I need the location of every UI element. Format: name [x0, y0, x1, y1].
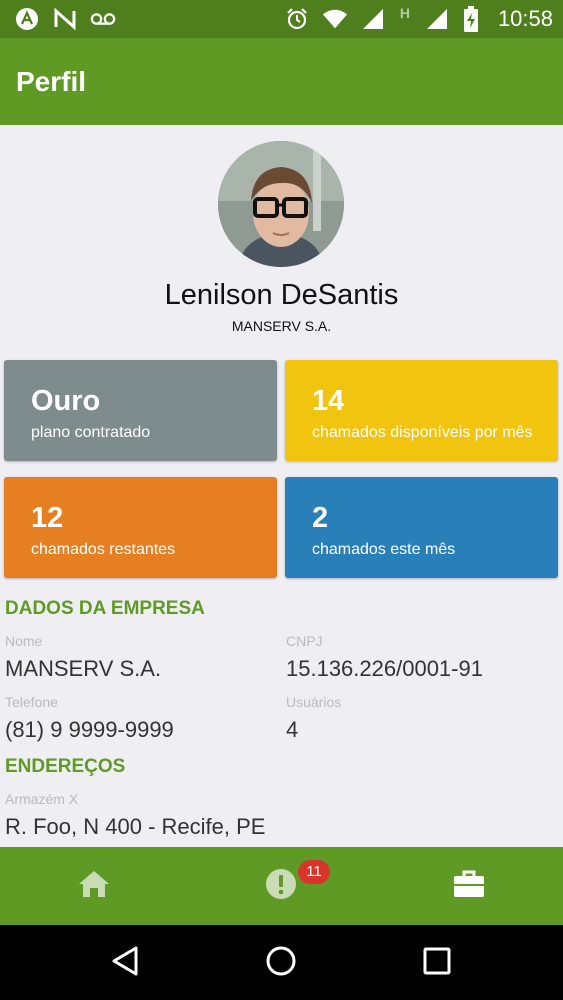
company-section-title: DADOS DA EMPRESA: [5, 598, 205, 619]
field-label-cnpj: CNPJ: [286, 633, 323, 649]
signal-icon: [360, 6, 386, 32]
profile-name: Lenilson DeSantis: [164, 279, 399, 311]
stat-value: 2: [312, 502, 329, 534]
avatar[interactable]: [218, 141, 344, 267]
field-value-phone: (81) 9 9999-9999: [5, 717, 174, 742]
stat-label: chamados restantes: [31, 541, 176, 558]
nav-home[interactable]: [44, 847, 144, 925]
address-label: Armazém X: [5, 791, 79, 807]
system-nav-bar: [0, 925, 563, 1000]
notification-badge: 11: [298, 860, 330, 884]
field-label-name: Nome: [5, 633, 43, 649]
status-bar: H 10:58: [0, 0, 563, 38]
field-value-cnpj: 15.136.226/0001-91: [286, 656, 483, 681]
h-network-icon: H: [399, 5, 410, 21]
address-value: R. Foo, N 400 - Recife, PE: [5, 814, 266, 839]
nav-company[interactable]: [419, 847, 519, 925]
back-button[interactable]: [105, 943, 145, 983]
recents-icon: [422, 946, 452, 981]
recents-button[interactable]: [417, 943, 457, 983]
stat-label: chamados este mês: [312, 541, 456, 558]
wifi-icon: [322, 6, 348, 32]
field-label-users: Usuários: [286, 694, 342, 710]
home-icon: [78, 869, 110, 904]
alert-icon: [265, 868, 297, 905]
field-label-phone: Telefone: [5, 694, 58, 710]
stat-card-plan[interactable]: Ouro plano contratado: [4, 360, 277, 461]
profile-company: MANSERV S.A.: [231, 318, 332, 334]
status-time: 10:58: [497, 6, 553, 31]
stat-card-remaining[interactable]: 12 chamados restantes: [4, 477, 277, 578]
home-circle-icon: [265, 945, 297, 982]
bottom-nav: [0, 847, 563, 925]
stat-label: chamados disponíveis por mês: [312, 424, 533, 441]
stat-card-available[interactable]: 14 chamados disponíveis por mês: [285, 360, 558, 461]
app-bar: Perfil: [0, 38, 563, 125]
back-icon: [110, 945, 140, 982]
stat-value: 12: [31, 502, 64, 534]
stat-card-this-month[interactable]: 2 chamados este mês: [285, 477, 558, 578]
battery-charging-icon: [462, 6, 480, 32]
stat-value: Ouro: [31, 385, 101, 417]
stat-label: plano contratado: [31, 424, 151, 441]
stat-value: 14: [312, 385, 345, 417]
signal-icon: [424, 6, 450, 32]
nav-alerts[interactable]: [231, 847, 331, 925]
voicemail-icon: [90, 6, 116, 32]
field-value-name: MANSERV S.A.: [5, 656, 162, 681]
app-n-icon: [52, 6, 78, 32]
app-a-icon: [14, 6, 40, 32]
briefcase-icon: [453, 869, 485, 904]
page-title: Perfil: [16, 66, 87, 97]
home-button[interactable]: [261, 943, 301, 983]
addresses-section-title: ENDEREÇOS: [5, 756, 126, 777]
alarm-icon: [284, 6, 310, 32]
field-value-users: 4: [286, 717, 299, 742]
